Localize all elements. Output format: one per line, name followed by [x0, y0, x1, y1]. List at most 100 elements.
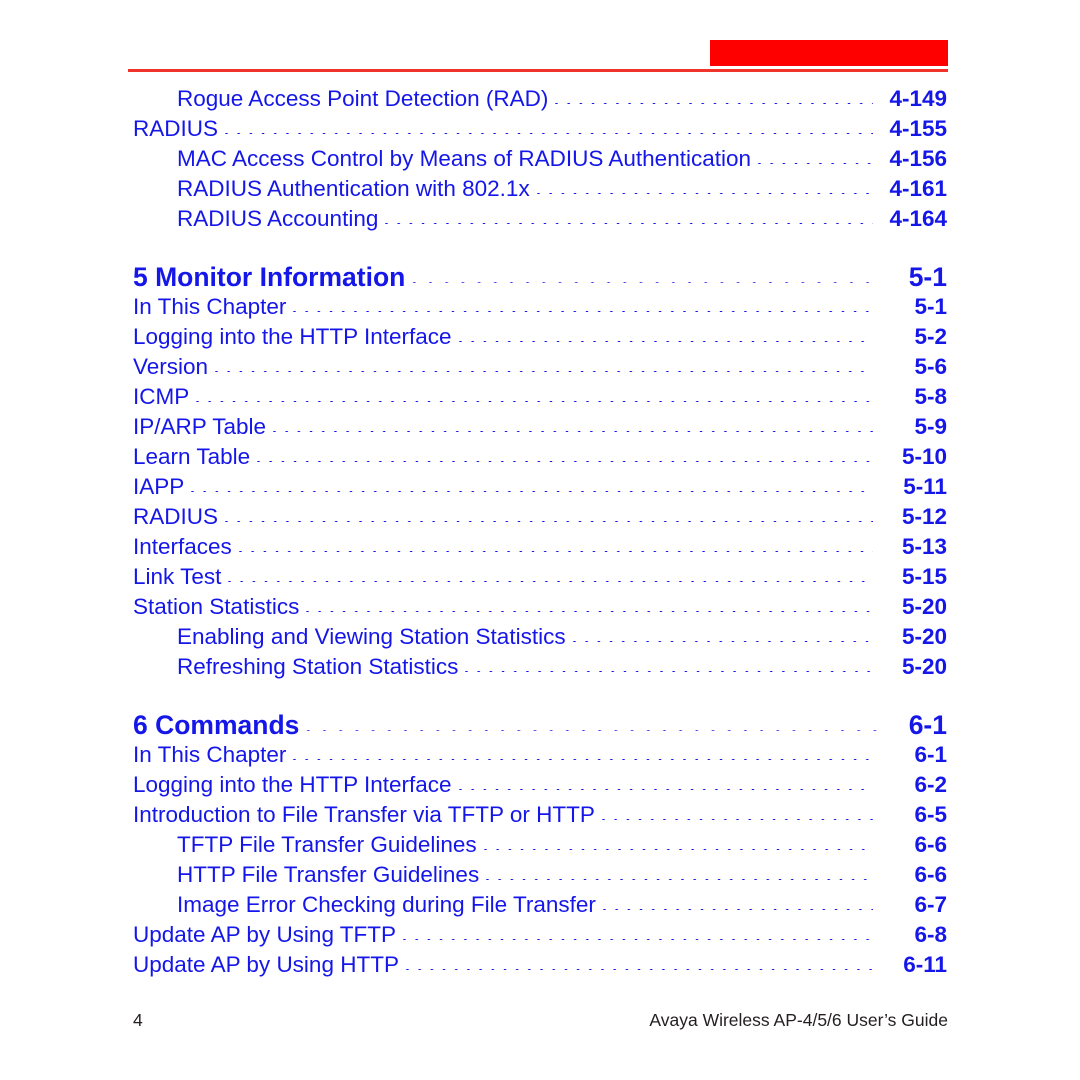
toc-entry-row[interactable]: Introduction to File Transfer via TFTP o…: [133, 800, 947, 830]
chapter-gap: [0, 682, 1080, 710]
toc-entry-title: RADIUS Authentication with 802.1x: [177, 176, 530, 201]
dot-leader: [536, 192, 873, 194]
dot-leader: [458, 340, 873, 342]
toc-entry-page-number: 5-20: [901, 654, 947, 679]
dot-leader: [403, 938, 873, 940]
toc-entry-row[interactable]: Version 5-6: [133, 352, 947, 382]
toc-entry-title: Logging into the HTTP Interface: [133, 324, 452, 349]
toc-entry-page-number: 5-1: [908, 262, 947, 292]
document-page: Rogue Access Point Detection (RAD) 4-149 R…: [0, 0, 1080, 1080]
dot-leader: [572, 640, 873, 642]
toc-entry-row[interactable]: Image Error Checking during File Transfe…: [177, 890, 947, 920]
toc-entry-row[interactable]: ICMP 5-8: [133, 382, 947, 412]
footer-page-number: 4: [133, 1010, 143, 1030]
toc-entry-row[interactable]: Logging into the HTTP Interface 5-2: [133, 322, 947, 352]
dot-leader: [191, 490, 873, 492]
toc-entry-page-number: 6-7: [914, 892, 947, 917]
toc-entry-row[interactable]: TFTP File Transfer Guidelines 6-6: [177, 830, 947, 860]
dot-leader: [758, 162, 873, 164]
dot-leader: [293, 758, 873, 760]
dot-leader: [412, 281, 879, 283]
toc-entry-row[interactable]: Update AP by Using TFTP 6-8: [133, 920, 947, 950]
toc-entry-page-number: 5-10: [901, 444, 947, 469]
toc-entry-page-number: 5-15: [901, 564, 947, 589]
dot-leader: [225, 520, 873, 522]
toc-entry-row[interactable]: Logging into the HTTP Interface 6-2: [133, 770, 947, 800]
header-red-block: [710, 40, 948, 66]
toc-entry-title: IP/ARP Table: [133, 414, 267, 439]
toc-entry-title: Interfaces: [133, 534, 232, 559]
toc-chapter-row[interactable]: 5 Monitor Information 5-1: [133, 262, 947, 292]
toc-entry-page-number: 5-1: [914, 294, 947, 319]
table-of-contents: Rogue Access Point Detection (RAD) 4-149 R…: [0, 84, 1080, 980]
toc-entry-row[interactable]: Refreshing Station Statistics 5-20: [177, 652, 947, 682]
toc-entry-page-number: 6-6: [914, 832, 947, 857]
toc-entry-page-number: 6-1: [914, 742, 947, 767]
toc-entry-title: In This Chapter: [133, 742, 287, 767]
dot-leader: [602, 908, 873, 910]
dot-leader: [215, 370, 873, 372]
toc-entry-row[interactable]: RADIUS Accounting 4-164: [177, 204, 947, 234]
toc-entry-row[interactable]: IAPP 5-11: [133, 472, 947, 502]
toc-entry-title: HTTP File Transfer Guidelines: [177, 862, 480, 887]
toc-entry-row[interactable]: RADIUS Authentication with 802.1x 4-161: [177, 174, 947, 204]
toc-entry-title: Rogue Access Point Detection (RAD): [177, 86, 549, 111]
dot-leader: [257, 460, 873, 462]
dot-leader: [228, 580, 873, 582]
dot-leader: [555, 102, 873, 104]
toc-entry-title: Version: [133, 354, 209, 379]
toc-entry-page-number: 5-13: [901, 534, 947, 559]
page-footer: 4 Avaya Wireless AP-4/5/6 User’s Guide: [133, 1010, 948, 1031]
toc-entry-page-number: 5-12: [901, 504, 947, 529]
dot-leader: [273, 430, 873, 432]
toc-entry-row[interactable]: Learn Table 5-10: [133, 442, 947, 472]
toc-entry-title: Image Error Checking during File Transfe…: [177, 892, 596, 917]
toc-entry-page-number: 6-8: [914, 922, 947, 947]
dot-leader: [306, 729, 879, 731]
dot-leader: [196, 400, 873, 402]
toc-entry-title: ICMP: [133, 384, 190, 409]
toc-entry-page-number: 5-20: [901, 594, 947, 619]
toc-entry-page-number: 6-5: [914, 802, 947, 827]
dot-leader: [293, 310, 873, 312]
toc-entry-page-number: 4-161: [889, 176, 947, 201]
dot-leader: [601, 818, 873, 820]
toc-entry-page-number: 4-155: [889, 116, 947, 141]
toc-entry-page-number: 5-8: [914, 384, 947, 409]
header-red-rule: [128, 69, 948, 72]
dot-leader: [306, 610, 873, 612]
dot-leader: [458, 788, 873, 790]
toc-entry-title: In This Chapter: [133, 294, 287, 319]
toc-entry-row[interactable]: Station Statistics 5-20: [133, 592, 947, 622]
toc-entry-title: Station Statistics: [133, 594, 300, 619]
footer-guide-title: Avaya Wireless AP-4/5/6 User’s Guide: [649, 1010, 948, 1030]
toc-entry-row[interactable]: Link Test 5-15: [133, 562, 947, 592]
toc-entry-title: Update AP by Using TFTP: [133, 922, 397, 947]
toc-entry-page-number: 4-149: [889, 86, 947, 111]
dot-leader: [405, 968, 873, 970]
toc-entry-title: 5 Monitor Information: [133, 262, 406, 292]
toc-entry-row[interactable]: In This Chapter 6-1: [133, 740, 947, 770]
toc-entry-row[interactable]: HTTP File Transfer Guidelines 6-6: [177, 860, 947, 890]
toc-entry-page-number: 6-11: [903, 952, 947, 977]
toc-entry-row[interactable]: IP/ARP Table 5-9: [133, 412, 947, 442]
toc-entry-row[interactable]: Rogue Access Point Detection (RAD) 4-149: [177, 84, 947, 114]
toc-entry-row[interactable]: RADIUS 4-155: [133, 114, 947, 144]
toc-entry-row[interactable]: Enabling and Viewing Station Statistics 5…: [177, 622, 947, 652]
toc-entry-row[interactable]: RADIUS 5-12: [133, 502, 947, 532]
toc-entry-title: Introduction to File Transfer via TFTP o…: [133, 802, 595, 827]
chapter-gap: [0, 234, 1080, 262]
toc-entry-row[interactable]: Interfaces 5-13: [133, 532, 947, 562]
toc-chapter-row[interactable]: 6 Commands 6-1: [133, 710, 947, 740]
toc-entry-page-number: 5-9: [914, 414, 947, 439]
toc-entry-row[interactable]: In This Chapter 5-1: [133, 292, 947, 322]
toc-entry-title: Logging into the HTTP Interface: [133, 772, 452, 797]
dot-leader: [385, 222, 873, 224]
toc-entry-row[interactable]: Update AP by Using HTTP 6-11: [133, 950, 947, 980]
toc-entry-page-number: 5-20: [901, 624, 947, 649]
toc-entry-title: Refreshing Station Statistics: [177, 654, 459, 679]
toc-entry-row[interactable]: MAC Access Control by Means of RADIUS Au…: [177, 144, 947, 174]
toc-entry-title: Enabling and Viewing Station Statistics: [177, 624, 566, 649]
toc-entry-page-number: 5-6: [914, 354, 947, 379]
toc-entry-title: 6 Commands: [133, 710, 300, 740]
